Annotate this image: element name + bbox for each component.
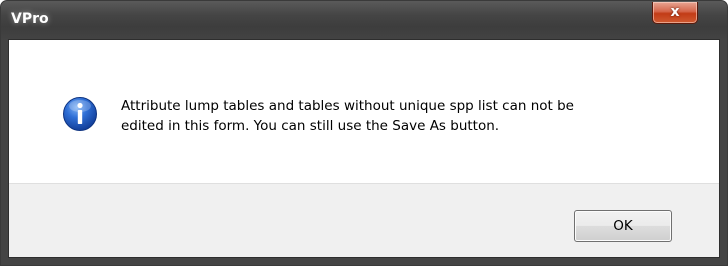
dialog-message: Attribute lump tables and tables without…: [121, 98, 574, 134]
dialog-body: Attribute lump tables and tables without…: [8, 39, 720, 258]
information-icon: [63, 97, 97, 131]
close-icon: x: [670, 4, 680, 20]
close-button[interactable]: x: [652, 2, 698, 24]
message-area: Attribute lump tables and tables without…: [9, 40, 719, 183]
ok-button[interactable]: OK: [574, 210, 672, 242]
window-title: VPro: [11, 11, 49, 27]
dialog-window: VPro x Attribute lump tables and tables …: [0, 0, 728, 266]
button-bar: OK: [9, 183, 719, 257]
